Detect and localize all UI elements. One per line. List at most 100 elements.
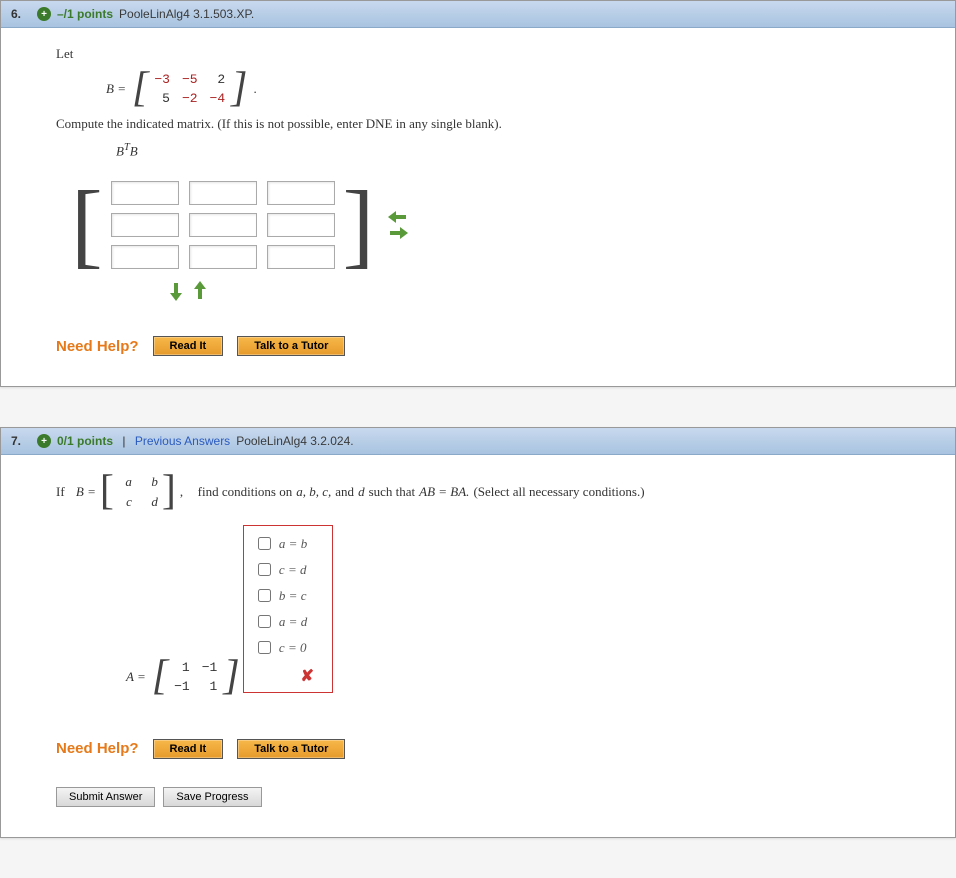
question-body: Let B = [ −3 −5 2 5 −2 −4 ] . Compute th… <box>1 28 955 386</box>
matrix-cell: −3 <box>154 72 170 87</box>
matrix-input[interactable] <box>111 181 179 205</box>
matrix-cell: 5 <box>154 91 170 106</box>
instruction-text: Compute the indicated matrix. (If this i… <box>56 116 900 132</box>
question-ref: PooleLinAlg4 3.2.024. <box>236 434 353 448</box>
choice-row: a = d <box>258 614 318 630</box>
choice-checkbox[interactable] <box>258 563 271 576</box>
matrix-cell: −4 <box>210 91 226 106</box>
if-text: If <box>56 484 65 500</box>
instruction-post: (Select all necessary conditions.) <box>473 484 644 500</box>
choices-box: a = b c = d b = c a = d c = 0 ✘ <box>243 525 333 693</box>
add-column-icon[interactable] <box>388 227 408 239</box>
instruction-vars: a, b, c, <box>296 484 331 500</box>
prompt-row: If B = [ a b c d ] , find conditions on … <box>56 473 900 511</box>
matrix-cell: 2 <box>210 72 226 87</box>
matrix-A-grid: 1 −1 −1 1 <box>174 660 217 694</box>
right-bracket-icon: ] <box>223 658 239 696</box>
matrix-input[interactable] <box>189 181 257 205</box>
choice-checkbox[interactable] <box>258 615 271 628</box>
matrix-input[interactable] <box>267 213 335 237</box>
matrix-input[interactable] <box>267 245 335 269</box>
remove-row-icon[interactable] <box>194 281 206 301</box>
choice-label: a = d <box>279 614 307 630</box>
previous-answers-link[interactable]: Previous Answers <box>135 434 230 448</box>
save-progress-button[interactable]: Save Progress <box>163 787 261 807</box>
need-help-row: Need Help? Read It Talk to a Tutor <box>56 739 900 759</box>
matrix-A-definition: A = [ 1 −1 −1 1 ] <box>126 658 240 696</box>
choice-checkbox[interactable] <box>258 589 271 602</box>
choice-label: b = c <box>279 588 307 604</box>
eq-label: B = <box>106 81 126 97</box>
add-row-icon[interactable] <box>170 281 182 301</box>
submit-answer-button[interactable]: Submit Answer <box>56 787 155 807</box>
read-it-button[interactable]: Read It <box>153 739 224 759</box>
matrix-cell: −1 <box>174 679 190 694</box>
read-it-button[interactable]: Read It <box>153 336 224 356</box>
matrix-cell: −2 <box>182 91 198 106</box>
comma: , <box>180 484 183 500</box>
matrix-cell: −5 <box>182 72 198 87</box>
choice-label: a = b <box>279 536 307 552</box>
answer-matrix-input: [ ] <box>71 177 900 273</box>
matrix-cell: 1 <box>202 679 218 694</box>
question-number: 6. <box>11 7 31 21</box>
instruction-pre: find conditions on <box>198 484 293 500</box>
choice-checkbox[interactable] <box>258 641 271 654</box>
question-ref: PooleLinAlg4 3.1.503.XP. <box>119 7 254 21</box>
matrix-B-definition: B = [ −3 −5 2 5 −2 −4 ] . <box>106 70 257 108</box>
matrix-input[interactable] <box>111 245 179 269</box>
question-header: 6. + –/1 points PooleLinAlg4 3.1.503.XP. <box>1 1 955 28</box>
choice-row: c = 0 <box>258 640 318 656</box>
instruction-d: d <box>358 484 365 500</box>
incorrect-icon: ✘ <box>258 666 318 686</box>
eq-label-A: A = <box>126 669 146 685</box>
answer-grid <box>103 177 343 273</box>
submit-row: Submit Answer Save Progress <box>56 787 900 807</box>
column-resize-controls <box>388 211 408 239</box>
divider: | <box>119 434 129 448</box>
left-bracket-icon: [ <box>132 70 148 108</box>
remove-column-icon[interactable] <box>388 211 408 223</box>
matrix-cell: 1 <box>174 660 190 675</box>
period: . <box>254 81 257 97</box>
matrix-B-grid: a b c d <box>118 474 158 510</box>
left-bracket-icon: [ <box>152 658 168 696</box>
talk-to-tutor-button[interactable]: Talk to a Tutor <box>237 336 345 356</box>
instruction-eq: AB = BA. <box>419 484 469 500</box>
plus-icon[interactable]: + <box>37 434 51 448</box>
points-label: 0/1 points <box>57 434 113 448</box>
matrix-cell: c <box>118 494 132 510</box>
instruction-mid: such that <box>369 484 416 500</box>
question-header: 7. + 0/1 points | Previous Answers Poole… <box>1 428 955 455</box>
choice-row: b = c <box>258 588 318 604</box>
question-body: If B = [ a b c d ] , find conditions on … <box>1 455 955 837</box>
question-6: 6. + –/1 points PooleLinAlg4 3.1.503.XP.… <box>0 0 956 387</box>
right-bracket-icon: ] <box>343 182 375 268</box>
question-number: 7. <box>11 434 31 448</box>
matrix-input[interactable] <box>111 213 179 237</box>
let-text: Let <box>56 46 900 62</box>
matrix-input[interactable] <box>267 181 335 205</box>
need-help-label: Need Help? <box>56 338 139 355</box>
expression: BTB <box>116 142 900 159</box>
eq-label: B = <box>76 484 96 500</box>
talk-to-tutor-button[interactable]: Talk to a Tutor <box>237 739 345 759</box>
left-bracket-icon: [ <box>100 473 114 511</box>
choice-row: a = b <box>258 536 318 552</box>
need-help-row: Need Help? Read It Talk to a Tutor <box>56 336 900 356</box>
matrix-cell: a <box>118 474 132 490</box>
right-bracket-icon: ] <box>231 70 247 108</box>
left-bracket-icon: [ <box>71 182 103 268</box>
matrix-cell: b <box>144 474 158 490</box>
matrix-cell: −1 <box>202 660 218 675</box>
matrix-cell: d <box>144 494 158 510</box>
matrix-B-grid: −3 −5 2 5 −2 −4 <box>154 72 225 106</box>
plus-icon[interactable]: + <box>37 7 51 21</box>
matrix-input[interactable] <box>189 213 257 237</box>
matrix-input[interactable] <box>189 245 257 269</box>
choice-label: c = 0 <box>279 640 307 656</box>
choice-checkbox[interactable] <box>258 537 271 550</box>
right-bracket-icon: ] <box>162 473 176 511</box>
question-7: 7. + 0/1 points | Previous Answers Poole… <box>0 427 956 838</box>
need-help-label: Need Help? <box>56 740 139 757</box>
